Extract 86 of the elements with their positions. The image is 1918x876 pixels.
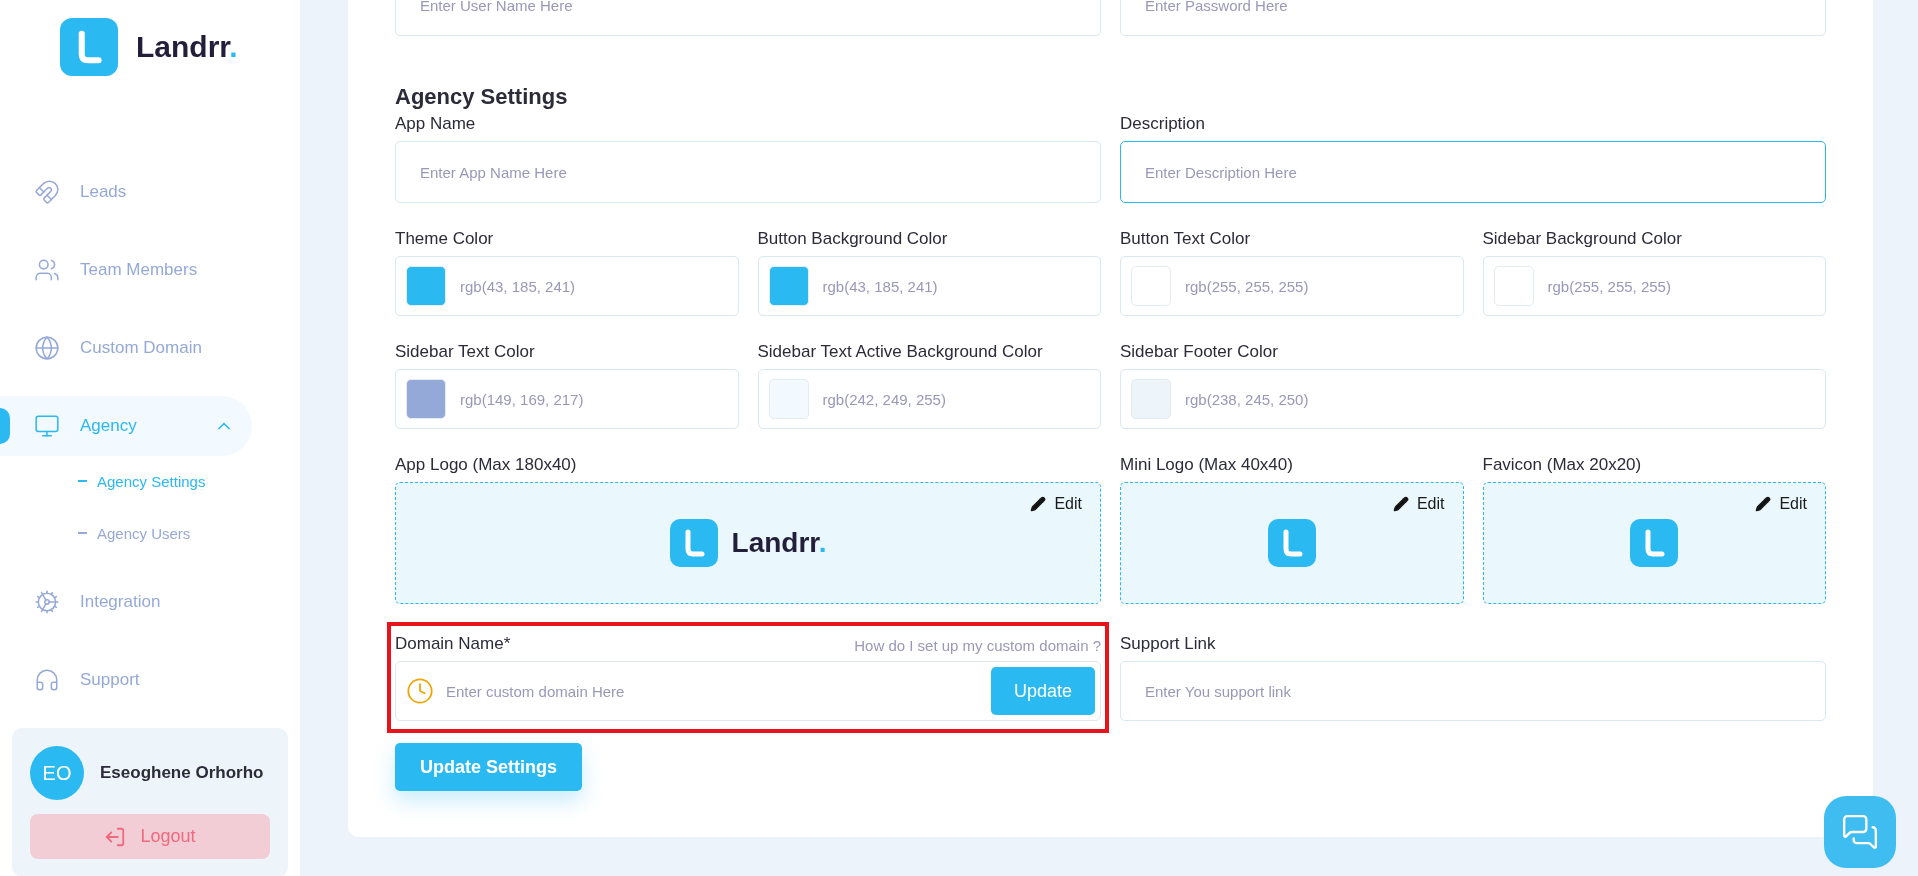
edit-button[interactable]: Edit	[1755, 495, 1807, 513]
section-title: Agency Settings	[395, 84, 569, 110]
field-label: App Name	[395, 114, 476, 134]
logout-button[interactable]: Logout	[30, 814, 270, 859]
brand-name: Landrr.	[731, 527, 827, 559]
color-field[interactable]: rgb(255, 255, 255)	[1482, 256, 1826, 316]
domain-input-field[interactable]: Enter custom domain Here Update	[395, 661, 1101, 721]
logo-icon	[669, 519, 718, 567]
field-label: Sidebar Text Color	[395, 342, 535, 362]
avatar: EO	[30, 746, 84, 800]
nav-label: Custom Domain	[80, 338, 202, 358]
logo-upload-area[interactable]: Edit	[1482, 482, 1826, 604]
field-label: Sidebar Background Color	[1482, 229, 1682, 249]
field-label: Mini Logo (Max 40x40)	[1120, 455, 1293, 475]
edit-button[interactable]: Edit	[1030, 495, 1082, 513]
monitor-icon	[34, 413, 60, 439]
color-swatch[interactable]	[1131, 379, 1171, 419]
color-field[interactable]: rgb(255, 255, 255)	[1120, 256, 1464, 316]
nav-item[interactable]: Leads	[0, 162, 252, 222]
pencil-icon	[1030, 496, 1047, 512]
nav-label: Team Members	[80, 260, 198, 280]
edit-button[interactable]: Edit	[1392, 495, 1445, 513]
magnet-icon	[34, 179, 60, 205]
color-swatch[interactable]	[1493, 266, 1534, 306]
submenu-item[interactable]: Agency Settings	[97, 472, 206, 490]
color-value: rgb(242, 249, 255)	[822, 390, 946, 408]
color-value: rgb(255, 255, 255)	[1185, 277, 1309, 295]
color-swatch[interactable]	[768, 266, 809, 306]
dash-icon	[78, 480, 87, 482]
nav-item[interactable]: Team Members	[0, 240, 252, 300]
nav-label: Agency	[80, 416, 137, 436]
color-value: rgb(255, 255, 255)	[1547, 277, 1671, 295]
field-label: Domain Name*	[395, 634, 511, 654]
logo-icon	[60, 18, 118, 76]
logo-icon	[1630, 519, 1679, 567]
logo-upload-area[interactable]: Edit	[1120, 482, 1464, 604]
color-swatch[interactable]	[768, 379, 809, 419]
active-indicator	[0, 408, 10, 444]
pencil-icon	[1755, 496, 1772, 512]
dash-icon	[78, 532, 87, 534]
color-value: rgb(43, 185, 241)	[822, 277, 938, 295]
logout-icon	[104, 825, 127, 848]
users-icon	[34, 257, 60, 283]
update-settings-button[interactable]: Update Settings	[395, 743, 582, 791]
field-label: Favicon (Max 20x20)	[1482, 455, 1642, 475]
nav-label: Leads	[80, 182, 127, 202]
nav-item[interactable]: Custom Domain	[0, 318, 252, 378]
field-label: Support Link	[1120, 634, 1216, 654]
globe-icon	[34, 335, 60, 361]
color-field[interactable]: rgb(43, 185, 241)	[757, 256, 1101, 316]
color-value: rgb(149, 169, 217)	[460, 390, 584, 408]
help-link[interactable]: How do I set up my custom domain ?	[854, 637, 1101, 654]
submenu-item[interactable]: Agency Users	[97, 524, 191, 542]
nav-label: Integration	[80, 592, 161, 612]
chat-icon	[1841, 813, 1879, 851]
update-button[interactable]: Update	[990, 667, 1095, 715]
nav-item[interactable]: Agency	[0, 396, 252, 456]
clock-icon	[406, 677, 434, 705]
field-label: Button Text Color	[1120, 229, 1251, 249]
nav-item[interactable]: Support	[0, 650, 252, 710]
logo-upload-area[interactable]: Edit Landrr.	[395, 482, 1101, 604]
chat-button[interactable]	[1824, 796, 1896, 868]
field-label: Sidebar Footer Color	[1120, 342, 1278, 362]
nav-label: Support	[80, 670, 140, 690]
field-label: Theme Color	[395, 229, 494, 249]
color-swatch[interactable]	[1131, 266, 1171, 306]
input-field[interactable]: Enter Description Here	[1120, 141, 1826, 203]
field-label: Description	[1120, 114, 1206, 134]
color-field[interactable]: rgb(242, 249, 255)	[757, 369, 1101, 429]
color-field[interactable]: rgb(238, 245, 250)	[1120, 369, 1826, 429]
color-swatch[interactable]	[406, 379, 446, 419]
field-label: Sidebar Text Active Background Color	[757, 342, 1043, 362]
color-swatch[interactable]	[406, 266, 446, 306]
pencil-icon	[1392, 496, 1409, 512]
nav-item[interactable]: Integration	[0, 572, 252, 632]
field-label: Button Background Color	[757, 229, 948, 249]
brand-name: Landrr.	[136, 30, 238, 64]
logo-icon	[1267, 519, 1316, 567]
color-value: rgb(238, 245, 250)	[1185, 390, 1309, 408]
field-label: App Logo (Max 180x40)	[395, 455, 577, 475]
settings-icon	[34, 589, 60, 615]
color-value: rgb(43, 185, 241)	[460, 277, 576, 295]
color-field[interactable]: rgb(149, 169, 217)	[395, 369, 739, 429]
user-name: Eseoghene Orhorho	[100, 763, 264, 783]
color-field[interactable]: rgb(43, 185, 241)	[395, 256, 739, 316]
headset-icon	[34, 667, 60, 693]
